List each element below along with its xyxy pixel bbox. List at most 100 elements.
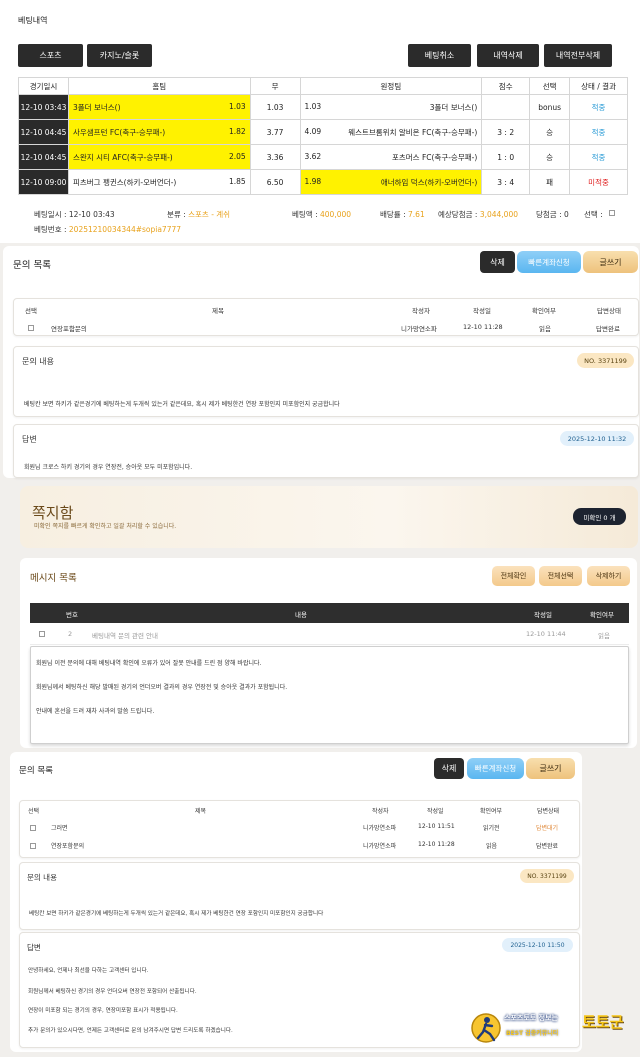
- delete-selected-button[interactable]: 삭제하기: [587, 566, 630, 586]
- score: 3 : 4: [481, 169, 531, 195]
- row-author: 니가망연소파: [363, 825, 397, 832]
- row-title[interactable]: 그러면: [51, 823, 68, 832]
- row-date: 12-10 11:28: [463, 323, 503, 331]
- row-title[interactable]: 연장포함문의: [51, 323, 87, 333]
- write-button[interactable]: 글쓰기: [526, 758, 575, 779]
- draw-odds[interactable]: 3.36: [249, 144, 301, 170]
- inquiry-content-text: 베팅칸 보면 하키가 같은경기에 베팅하는게 두개씩 있는거 같은데요, 혹시 …: [24, 401, 340, 408]
- col-title: 제목: [195, 808, 207, 815]
- away-team-cell[interactable]: 3.62 포츠머스 FC(축구-승무패-): [299, 144, 483, 170]
- draw-odds[interactable]: 1.03: [249, 94, 301, 120]
- watermark-line2: BEST 검증커뮤니티: [506, 1030, 559, 1037]
- delete-button[interactable]: 삭제: [480, 251, 515, 273]
- row-checkbox[interactable]: [28, 325, 34, 331]
- col-read: 확인여부: [532, 307, 556, 315]
- bet-select-checkbox[interactable]: [609, 210, 615, 216]
- site-watermark: 스포츠토토 정보는 BEST 검증커뮤니티 토토군: [470, 1008, 636, 1048]
- result-status: 미적중: [569, 169, 628, 195]
- select-label: 선택 :: [584, 210, 603, 219]
- match-date: 12-10 03:43: [18, 94, 69, 120]
- expected-label: 예상당첨금 :: [438, 210, 478, 219]
- write-button[interactable]: 글쓰기: [583, 251, 638, 273]
- col-draw: 무: [249, 77, 301, 95]
- table-row: 12-10 04:45 사우샘프턴 FC(축구-승무패-) 1.82 3.77 4…: [18, 119, 628, 145]
- history-delete-all-button[interactable]: 내역전부삭제: [544, 44, 612, 67]
- message-line-1: 회원님 이전 문의에 대해 베팅내역 확인에 오류가 있어 잘못 안내를 드린 …: [36, 660, 262, 667]
- sports-tab-button[interactable]: 스포츠: [18, 44, 83, 67]
- casino-tab-button[interactable]: 카지노/슬롯: [87, 44, 152, 67]
- home-odds: 2.05: [228, 151, 246, 161]
- note-title: 쪽지함: [32, 504, 74, 522]
- row-status: 답변완료: [536, 843, 559, 850]
- rate-value: 7.61: [408, 210, 425, 219]
- bet-rate: 배당률 : 7.61: [380, 209, 425, 220]
- select-all-button[interactable]: 전체선택: [539, 566, 582, 586]
- read-all-button[interactable]: 전체확인: [492, 566, 535, 586]
- match-date: 12-10 04:45: [18, 119, 69, 145]
- row-checkbox[interactable]: [30, 825, 36, 831]
- answer-text: 회원님 크로스 하키 경기의 경우 연장전, 승아웃 모두 미포함입니다.: [24, 464, 193, 471]
- row-author: 니가망연소파: [401, 325, 437, 333]
- note-header-panel: 쪽지함 미확인 쪽지를 빠르게 확인하고 일괄 처리할 수 있습니다. 미확인 …: [20, 486, 638, 548]
- col-date: 작성일: [427, 808, 444, 815]
- unread-count-badge: 미확인 0 개: [573, 508, 626, 525]
- col-answer-status: 답변상태: [597, 307, 621, 315]
- bet-time-label: 베팅일시 :: [34, 210, 67, 219]
- home-team-cell[interactable]: 피츠버그 펭귄스(하키-오버언더-) 1.85: [67, 169, 251, 195]
- expected-win: 예상당첨금 : 3,044,000: [438, 209, 518, 220]
- answer-line-3: 연장이 미포함 되는 경기의 경우, 연장미포함 표시가 적용됩니다.: [28, 1008, 178, 1014]
- draw-odds[interactable]: 6.50: [249, 169, 301, 195]
- row-status: 답변완료: [596, 325, 620, 333]
- col-author: 작성자: [372, 808, 389, 815]
- home-team-cell[interactable]: 스완지 시티 AFC(축구-승무패-) 2.05: [67, 144, 251, 170]
- note-subtitle: 미확인 쪽지를 빠르게 확인하고 일괄 처리할 수 있습니다.: [34, 523, 177, 530]
- answer-label: 답변: [27, 943, 41, 952]
- result-status: 적중: [569, 94, 628, 120]
- score: 1 : 0: [481, 144, 531, 170]
- content-label: 문의 내용: [22, 357, 54, 366]
- away-team: 3폴더 보너스(): [429, 102, 478, 112]
- bet-cancel-button[interactable]: 베팅취소: [408, 44, 471, 67]
- message-checkbox[interactable]: [39, 631, 45, 637]
- answer-date-badge: 2025-12-10 11:32: [560, 431, 634, 446]
- message-table-header: 번호 내용 작성일 확인여부: [30, 603, 629, 623]
- category-label: 분류 :: [167, 210, 186, 219]
- bet-number: 베팅번호 : 20251210034344#sopia7777: [34, 224, 181, 235]
- bet-amount: 베팅액 : 400,000: [292, 209, 351, 220]
- col-number: 번호: [66, 611, 78, 619]
- inquiry-content-text: 베팅칸 보면 하키가 같은경기에 베팅하는게 두개씩 있는거 같은데요, 혹시 …: [29, 911, 324, 917]
- away-team-cell[interactable]: 4.09 웨스트브롬위치 알비온 FC(축구-승무패-): [299, 119, 483, 145]
- away-team: 애너하임 덕스(하키-오버언더-): [380, 177, 478, 187]
- quick-account-button[interactable]: 빠른계좌신청: [517, 251, 581, 273]
- message-body: 회원님 이전 문의에 대해 베팅내역 확인에 오류가 있어 잘못 안내를 드린 …: [30, 646, 629, 744]
- col-answer-status: 답변상태: [537, 808, 560, 815]
- message-title[interactable]: 베팅내역 문의 관련 안내: [92, 630, 158, 640]
- bet-category: 분류 : 스포츠 - 계쉬: [167, 209, 230, 220]
- bet-no-label: 베팅번호 :: [34, 225, 67, 234]
- history-delete-button[interactable]: 내역삭제: [477, 44, 539, 67]
- row-title[interactable]: 연장포함문의: [51, 841, 84, 850]
- inquiry-table: 선택 제목 작성자 작성일 확인여부 답변상태 그러면 니가망연소파 12-10…: [19, 800, 580, 858]
- quick-account-button[interactable]: 빠른계좌신청: [467, 758, 524, 779]
- home-team-cell[interactable]: 사우샘프턴 FC(축구-승무패-) 1.82: [67, 119, 251, 145]
- col-read: 확인여부: [590, 611, 614, 619]
- message-row[interactable]: 2 베팅내역 문의 관련 안내 12-10 11:44 읽음: [30, 623, 629, 645]
- category-value: 스포츠 - 계쉬: [188, 210, 231, 219]
- row-read: 읽기전: [483, 825, 500, 832]
- message-date: 12-10 11:44: [526, 630, 566, 638]
- win-amount: 당첨금 : 0: [536, 210, 569, 219]
- row-checkbox[interactable]: [30, 843, 36, 849]
- answer-line-4: 추가 문의가 있으시다면, 언제든 고객센터로 문의 남겨주시면 답변 드리도록…: [28, 1028, 233, 1034]
- col-date: 작성일: [534, 611, 552, 619]
- col-author: 작성자: [412, 307, 430, 315]
- row-author: 니가망연소파: [363, 843, 397, 850]
- home-team-cell[interactable]: 3폴더 보너스() 1.03: [67, 94, 251, 120]
- row-read: 읽음: [539, 325, 551, 333]
- draw-odds[interactable]: 3.77: [249, 119, 301, 145]
- delete-button[interactable]: 삭제: [434, 758, 464, 779]
- away-team-cell[interactable]: 1.98 애너하임 덕스(하키-오버언더-): [299, 169, 483, 195]
- row-status: 답변대기: [536, 825, 559, 832]
- away-team-cell[interactable]: 1.03 3폴더 보너스(): [299, 94, 483, 120]
- inquiry-number-badge: NO. 3371199: [520, 869, 574, 883]
- bet-time: 베팅일시 : 12-10 03:43: [34, 209, 115, 220]
